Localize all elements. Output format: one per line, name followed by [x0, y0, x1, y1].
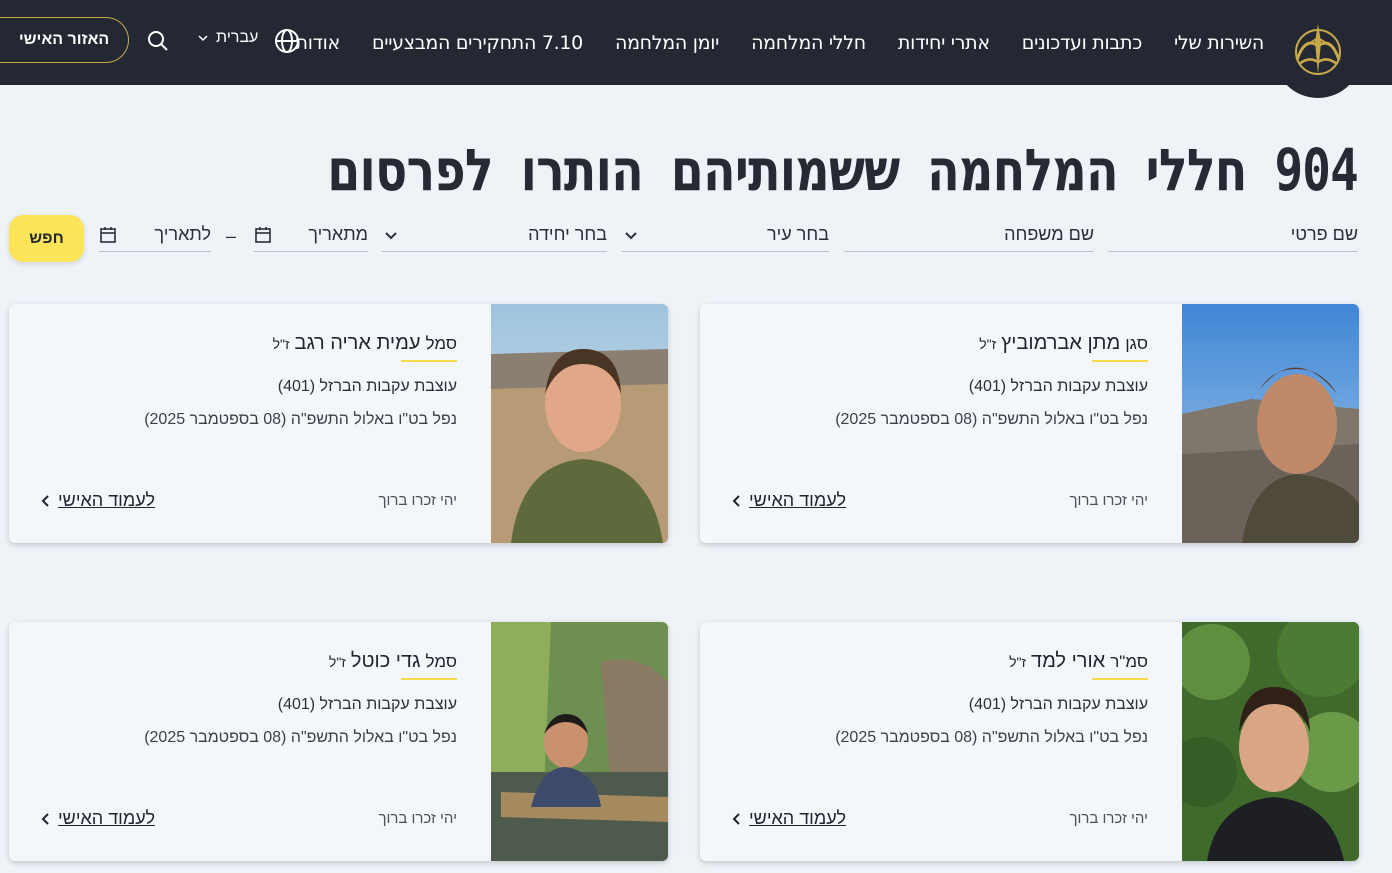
nav-articles[interactable]: כתבות ועדכונים: [1022, 32, 1142, 54]
soldier-unit: עוצבת עקבות הברזל (401): [968, 696, 1148, 713]
city-placeholder: בחר עיר: [767, 224, 829, 244]
soldier-rank: סמל: [425, 652, 457, 671]
soldier-name: סמ"ר אורי למד ז"ל: [1009, 650, 1148, 673]
personal-page-label: לעמוד האישי: [58, 808, 156, 828]
nav-about[interactable]: אודות: [296, 32, 341, 54]
calendar-icon[interactable]: [254, 226, 272, 244]
fallen-card[interactable]: סמ"ר אורי למד ז"ל עוצבת עקבות הברזל (401…: [700, 622, 1359, 861]
fall-date: נפל בט"ו באלול התשפ"ה (08 בספטמבר 2025): [835, 411, 1148, 428]
nav-war-fallen[interactable]: חללי המלחמה: [751, 32, 866, 54]
memorial-suffix: ז"ל: [1009, 654, 1026, 670]
soldier-rank: סגן: [1125, 334, 1148, 353]
language-label: עברית: [216, 29, 259, 46]
unit-select[interactable]: בחר יחידה: [382, 218, 607, 252]
soldier-full-name: אורי למד: [1031, 650, 1106, 672]
page-title: 904 חללי המלחמה ששמותיהם הותרו לפרסום: [327, 136, 1358, 204]
globe-icon[interactable]: [274, 28, 300, 54]
fall-date: נפל בט"ו באלול התשפ"ה (08 בספטמבר 2025): [144, 729, 457, 746]
fallen-card[interactable]: סמל עמית אריה רגב ז"ל עוצבת עקבות הברזל …: [9, 304, 668, 543]
fall-date: נפל בט"ו באלול התשפ"ה (08 בספטמבר 2025): [144, 411, 457, 428]
chevron-down-icon: [625, 231, 637, 239]
soldier-photo: [1182, 304, 1359, 543]
last-name-placeholder: שם משפחה: [1004, 224, 1094, 244]
memorial-phrase: יהי זכרו ברוך: [378, 810, 457, 827]
from-date-placeholder: מתאריך: [308, 224, 368, 244]
memorial-suffix: ז"ל: [979, 336, 997, 352]
soldier-name: סמל גדי כוטל ז"ל: [329, 650, 457, 673]
memorial-suffix: ז"ל: [272, 336, 290, 352]
chevron-left-icon: [41, 494, 49, 507]
chevron-left-icon: [732, 812, 740, 825]
fall-date: נפל בט"ו באלול התשפ"ה (08 בספטמבר 2025): [835, 729, 1148, 746]
nav-my-service[interactable]: השירות שלי: [1174, 32, 1264, 54]
soldier-photo: [491, 304, 668, 543]
name-underline: [1092, 360, 1148, 362]
city-select[interactable]: בחר עיר: [622, 218, 829, 252]
chevron-down-icon: [385, 231, 397, 239]
chevron-left-icon: [41, 812, 49, 825]
memorial-phrase: יהי זכרו ברוך: [378, 492, 457, 509]
chevron-down-icon: [198, 35, 208, 42]
personal-page-link[interactable]: לעמוד האישי: [731, 490, 846, 511]
unit-placeholder: בחר יחידה: [528, 224, 607, 244]
personal-page-link[interactable]: לעמוד האישי: [731, 808, 846, 829]
idf-emblem-icon: [1283, 14, 1353, 84]
name-underline: [401, 360, 457, 362]
nav-unit-sites[interactable]: אתרי יחידות: [898, 32, 990, 54]
soldier-unit: עוצבת עקבות הברזל (401): [277, 696, 457, 713]
memorial-phrase: יהי זכרו ברוך: [1069, 810, 1148, 827]
logo-link[interactable]: [1274, 0, 1362, 98]
soldier-full-name: עמית אריה רגב: [294, 332, 421, 354]
name-underline: [1092, 678, 1148, 680]
to-date-input[interactable]: לתאריך: [99, 218, 211, 252]
memorial-suffix: ז"ל: [328, 654, 346, 670]
language-selector[interactable]: עברית: [198, 29, 258, 47]
search-icon[interactable]: [147, 30, 169, 52]
name-underline: [401, 678, 457, 680]
soldier-name: סגן מתן אברמוביץ ז"ל: [979, 332, 1148, 355]
main-nav: השירות שלי כתבות ועדכונים אתרי יחידות חל…: [296, 0, 1265, 85]
search-button[interactable]: חפש: [9, 215, 84, 262]
soldier-photo: [1167, 622, 1359, 861]
personal-page-label: לעמוד האישי: [58, 490, 156, 510]
personal-page-label: לעמוד האישי: [749, 490, 847, 510]
soldier-unit: עוצבת עקבות הברזל (401): [968, 378, 1148, 395]
soldier-rank: סמ"ר: [1110, 652, 1148, 671]
nav-operational-investigations[interactable]: 7.10 התחקירים המבצעיים: [372, 32, 583, 54]
nav-war-diary[interactable]: יומן המלחמה: [615, 32, 719, 54]
personal-page-label: לעמוד האישי: [749, 808, 847, 828]
top-navigation-bar: השירות שלי כתבות ועדכונים אתרי יחידות חל…: [0, 0, 1392, 98]
personal-page-link[interactable]: לעמוד האישי: [40, 490, 155, 511]
soldier-full-name: גדי כוטל: [350, 650, 421, 672]
chevron-left-icon: [732, 494, 740, 507]
soldier-rank: סמל: [425, 334, 457, 353]
memorial-phrase: יהי זכרו ברוך: [1069, 492, 1148, 509]
soldier-full-name: מתן אברמוביץ: [1001, 332, 1121, 354]
soldier-photo: [491, 622, 668, 861]
search-filters: שם פרטי שם משפחה בחר עיר בחר יחידה מתארי…: [0, 215, 1392, 268]
first-name-placeholder: שם פרטי: [1290, 224, 1358, 244]
soldier-unit: עוצבת עקבות הברזל (401): [277, 378, 457, 395]
date-range-separator: –: [226, 226, 237, 246]
personal-page-link[interactable]: לעמוד האישי: [40, 808, 155, 829]
soldier-name: סמל עמית אריה רגב ז"ל: [273, 332, 457, 355]
fallen-card[interactable]: סמל גדי כוטל ז"ל עוצבת עקבות הברזל (401)…: [9, 622, 668, 861]
fallen-card[interactable]: סגן מתן אברמוביץ ז"ל עוצבת עקבות הברזל (…: [700, 304, 1359, 543]
from-date-input[interactable]: מתאריך: [254, 218, 368, 252]
first-name-input[interactable]: שם פרטי: [1108, 218, 1358, 252]
calendar-icon[interactable]: [99, 226, 117, 244]
last-name-input[interactable]: שם משפחה: [844, 218, 1094, 252]
to-date-placeholder: לתאריך: [154, 224, 211, 244]
personal-area-button[interactable]: האזור האישי: [0, 17, 129, 63]
